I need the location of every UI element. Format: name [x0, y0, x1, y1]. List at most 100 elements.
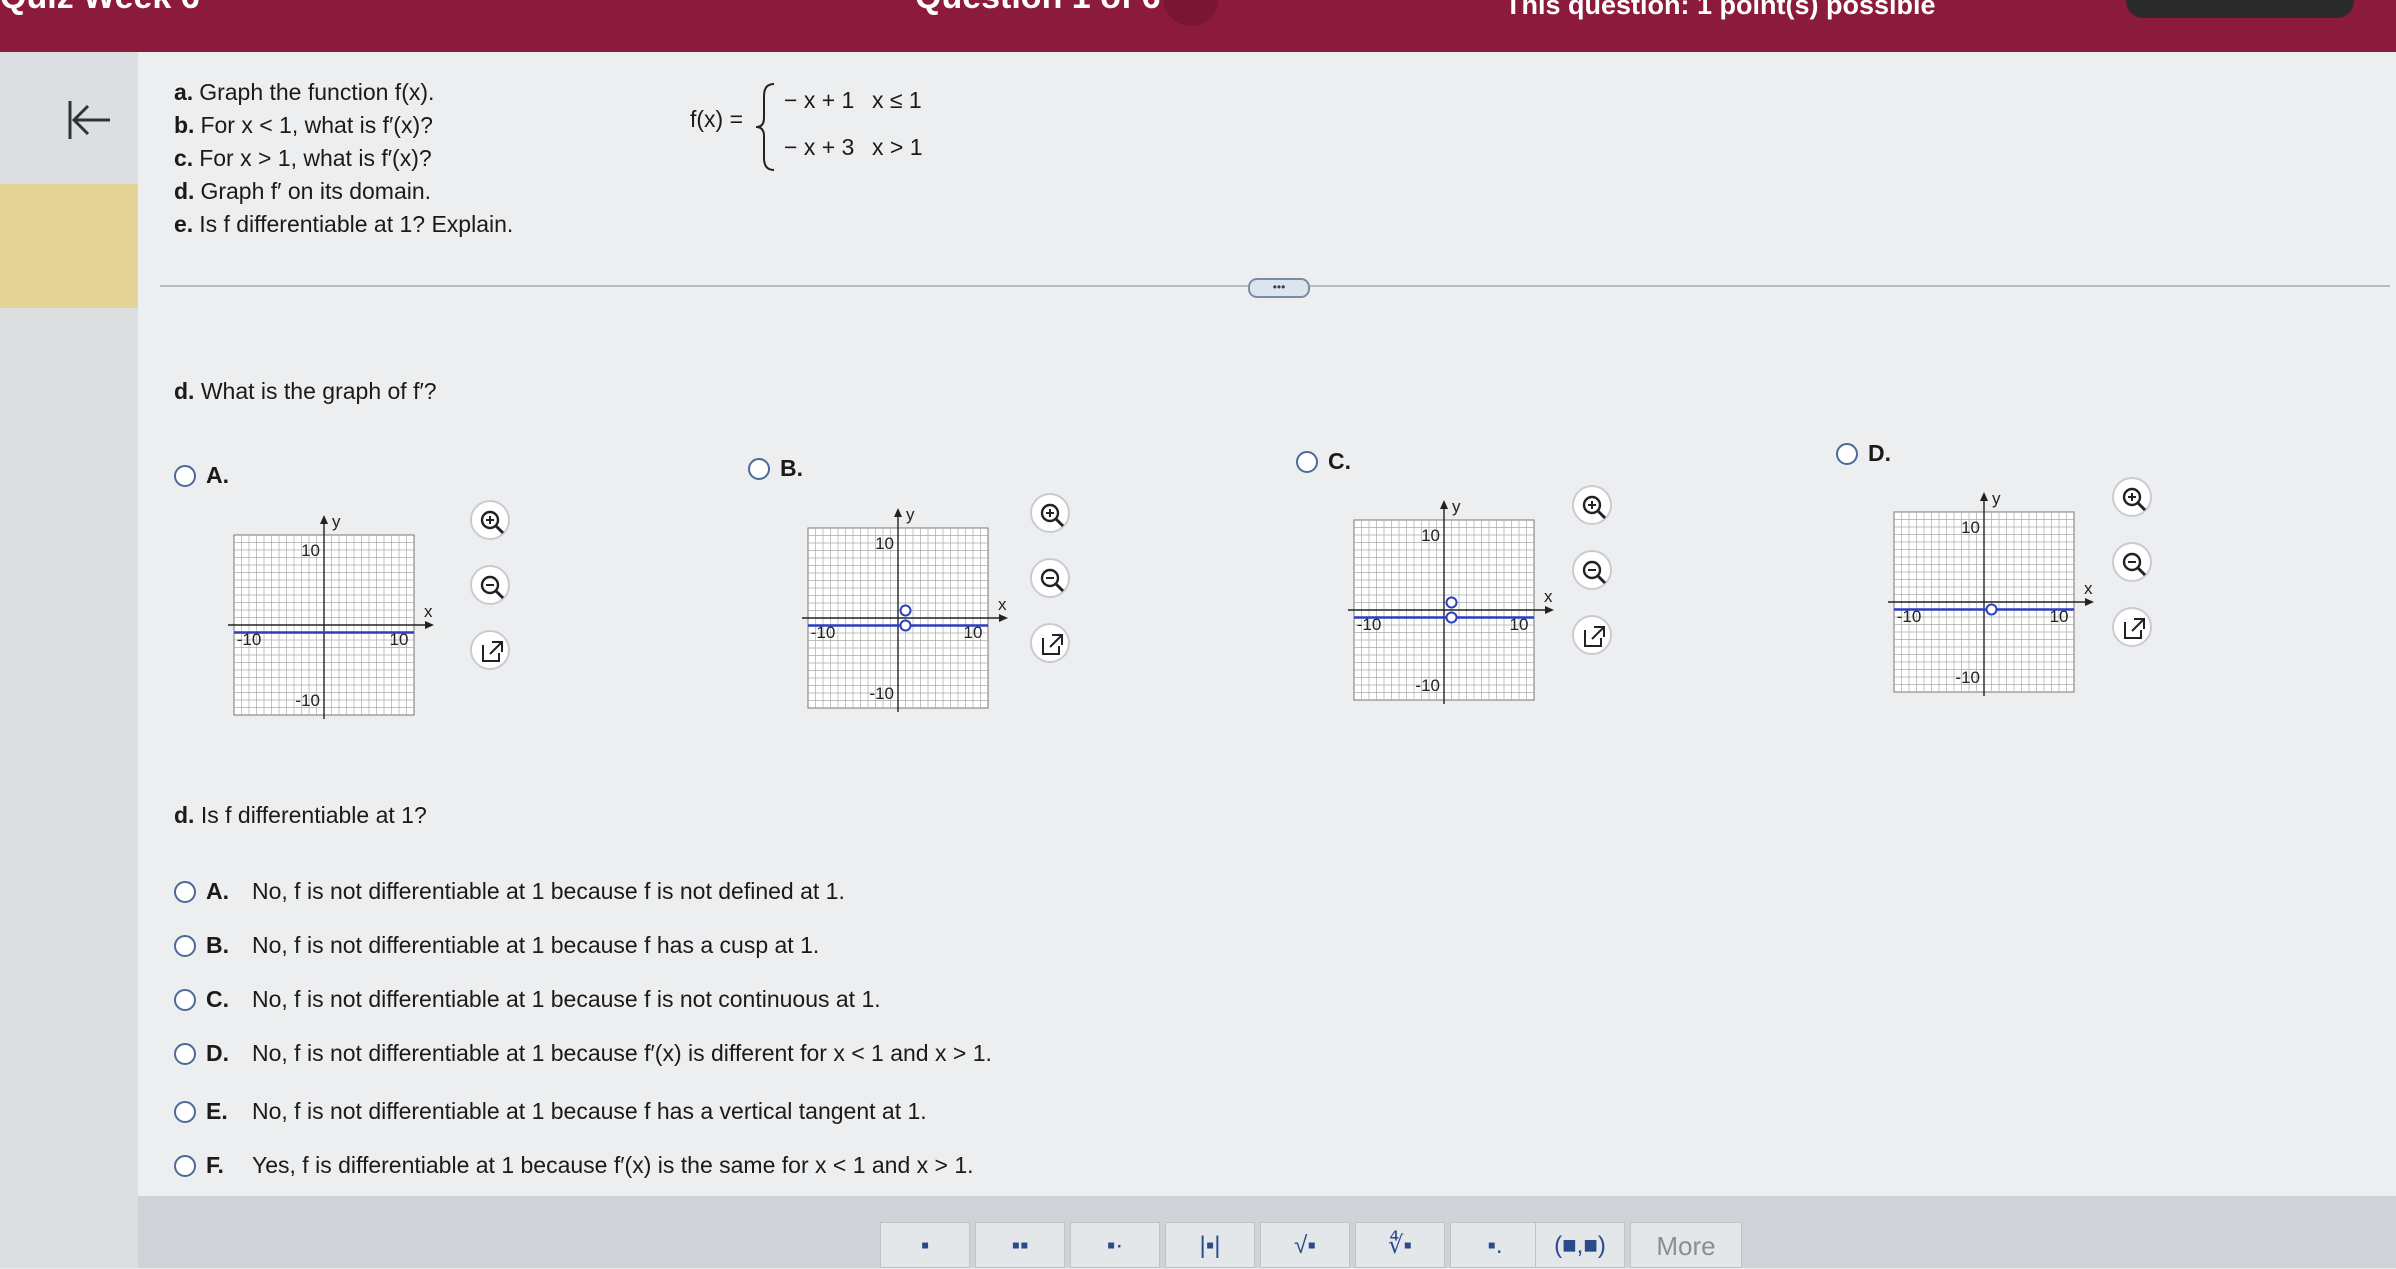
- absolute-value-button[interactable]: |▪|: [1165, 1222, 1255, 1268]
- graph-d: y x 10 -10 -10 10: [1882, 482, 2094, 702]
- zoom-out-icon: [1582, 560, 1607, 585]
- zoom-in-button[interactable]: [1030, 493, 1070, 533]
- graph-option-b[interactable]: B.: [748, 455, 803, 482]
- quiz-title: Quiz Week 6: [0, 0, 200, 17]
- y-min-tick: -10: [1415, 676, 1440, 695]
- graph-a: y x 10 -10 -10 10: [222, 505, 434, 725]
- zoom-in-button[interactable]: [470, 500, 510, 540]
- x-axis-label: x: [998, 595, 1007, 614]
- top-bar: Quiz Week 6 Question 1 of 6 This questio…: [0, 0, 2396, 52]
- graph-option-c[interactable]: C.: [1296, 448, 1351, 475]
- graph-option-a[interactable]: A.: [174, 462, 229, 489]
- differentiability-question: d. Is f differentiable at 1?: [174, 802, 427, 828]
- collapse-arrow-icon[interactable]: [64, 95, 114, 145]
- y-max-tick: 10: [1961, 518, 1980, 537]
- y-axis-arrow-icon: [1440, 500, 1448, 509]
- y-max-tick: 10: [301, 541, 320, 560]
- open-external-icon: [1042, 634, 1063, 655]
- y-max-tick: 10: [875, 534, 894, 553]
- y-min-tick: -10: [869, 684, 894, 703]
- y-min-tick: -10: [1955, 668, 1980, 687]
- open-point: [1985, 603, 1998, 616]
- radio-button[interactable]: [174, 464, 196, 487]
- open-point: [899, 619, 912, 632]
- points-possible: This question: 1 point(s) possible: [1505, 0, 1936, 20]
- answer-option-a[interactable]: A. No, f is not differentiable at 1 becau…: [174, 878, 845, 905]
- y-axis-label: y: [332, 512, 341, 531]
- nth-root-button[interactable]: ∜▪: [1355, 1222, 1445, 1268]
- x-axis-label: x: [1544, 587, 1553, 606]
- left-panel: [0, 52, 138, 1268]
- radio-button[interactable]: [1836, 442, 1858, 465]
- square-root-button[interactable]: √▪: [1260, 1222, 1350, 1268]
- open-point: [899, 604, 912, 617]
- answer-option-d[interactable]: D. No, f is not differentiable at 1 becau…: [174, 1040, 992, 1067]
- y-min-tick: -10: [295, 691, 320, 710]
- open-external-button[interactable]: [470, 630, 510, 670]
- open-point: [1445, 596, 1458, 609]
- zoom-out-icon: [480, 575, 505, 600]
- question-nav-button[interactable]: [1163, 0, 1219, 26]
- question-count: Question 1 of 6: [915, 0, 1161, 17]
- radio-button[interactable]: [748, 457, 770, 480]
- exponent-button[interactable]: ▪·: [1070, 1222, 1160, 1268]
- y-axis-arrow-icon: [1980, 492, 1988, 501]
- y-axis-label: y: [1452, 497, 1461, 516]
- graph-question: d. What is the graph of f′?: [174, 378, 437, 404]
- x-axis-label: x: [2084, 579, 2093, 598]
- header-action-button[interactable]: [2126, 0, 2354, 18]
- open-external-button[interactable]: [2112, 607, 2152, 647]
- prompt-item-d: d. Graph f′ on its domain.: [174, 178, 432, 204]
- radio-button[interactable]: [174, 988, 196, 1011]
- radio-button[interactable]: [174, 880, 196, 903]
- zoom-out-button[interactable]: [1030, 558, 1070, 598]
- y-axis-arrow-icon: [894, 508, 902, 517]
- function-lhs: f(x) =: [690, 106, 744, 132]
- radio-button[interactable]: [174, 1154, 196, 1177]
- graph-c: y x 10 -10 -10 10: [1342, 490, 1554, 710]
- fraction-button[interactable]: ▪: [880, 1222, 970, 1268]
- subscript-button[interactable]: ▪.: [1450, 1222, 1540, 1268]
- more-button[interactable]: More: [1630, 1222, 1742, 1268]
- answer-option-e[interactable]: E. No, f is not differentiable at 1 becau…: [174, 1098, 927, 1125]
- open-external-button[interactable]: [1572, 615, 1612, 655]
- case2-expr: − x + 3: [784, 134, 855, 160]
- radio-button[interactable]: [1296, 450, 1318, 473]
- zoom-in-button[interactable]: [2112, 477, 2152, 517]
- open-external-icon: [2124, 618, 2145, 639]
- zoom-out-icon: [2122, 552, 2147, 577]
- answer-option-c[interactable]: C. No, f is not differentiable at 1 becau…: [174, 986, 881, 1013]
- prompt-item-b: b. For x < 1, what is f′(x)?: [174, 112, 433, 138]
- prompt-item-a: a. Graph the function f(x).: [174, 79, 435, 105]
- prompt-item-c: c. For x > 1, what is f′(x)?: [174, 145, 432, 171]
- zoom-in-icon: [1040, 503, 1065, 528]
- zoom-in-button[interactable]: [1572, 485, 1612, 525]
- ordered-pair-button[interactable]: (■,■): [1535, 1222, 1625, 1268]
- case2-cond: x > 1: [872, 134, 923, 160]
- radio-button[interactable]: [174, 1042, 196, 1065]
- answer-option-b[interactable]: B. No, f is not differentiable at 1 becau…: [174, 932, 819, 959]
- case1-expr: − x + 1: [784, 87, 855, 113]
- open-external-icon: [482, 641, 503, 662]
- zoom-out-button[interactable]: [1572, 550, 1612, 590]
- radio-button[interactable]: [174, 1100, 196, 1123]
- brace-icon: [755, 83, 775, 171]
- y-axis-arrow-icon: [320, 515, 328, 524]
- expand-divider-button[interactable]: •••: [1248, 278, 1310, 298]
- answer-option-f[interactable]: F. Yes, f is differentiable at 1 because …: [174, 1152, 974, 1179]
- open-external-icon: [1584, 626, 1605, 647]
- zoom-out-button[interactable]: [470, 565, 510, 605]
- zoom-in-icon: [1582, 495, 1607, 520]
- graph-option-d[interactable]: D.: [1836, 440, 1891, 467]
- radio-button[interactable]: [174, 934, 196, 957]
- mixed-number-button[interactable]: ▪▪: [975, 1222, 1065, 1268]
- question-prompt: a. Graph the function f(x). b. For x < 1, …: [174, 76, 513, 241]
- prompt-item-e: e. Is f differentiable at 1? Explain.: [174, 211, 514, 237]
- zoom-out-icon: [1040, 568, 1065, 593]
- zoom-out-button[interactable]: [2112, 542, 2152, 582]
- y-max-tick: 10: [1421, 526, 1440, 545]
- yellow-tab: [0, 184, 138, 308]
- zoom-in-icon: [480, 510, 505, 535]
- open-external-button[interactable]: [1030, 623, 1070, 663]
- zoom-in-icon: [2122, 487, 2147, 512]
